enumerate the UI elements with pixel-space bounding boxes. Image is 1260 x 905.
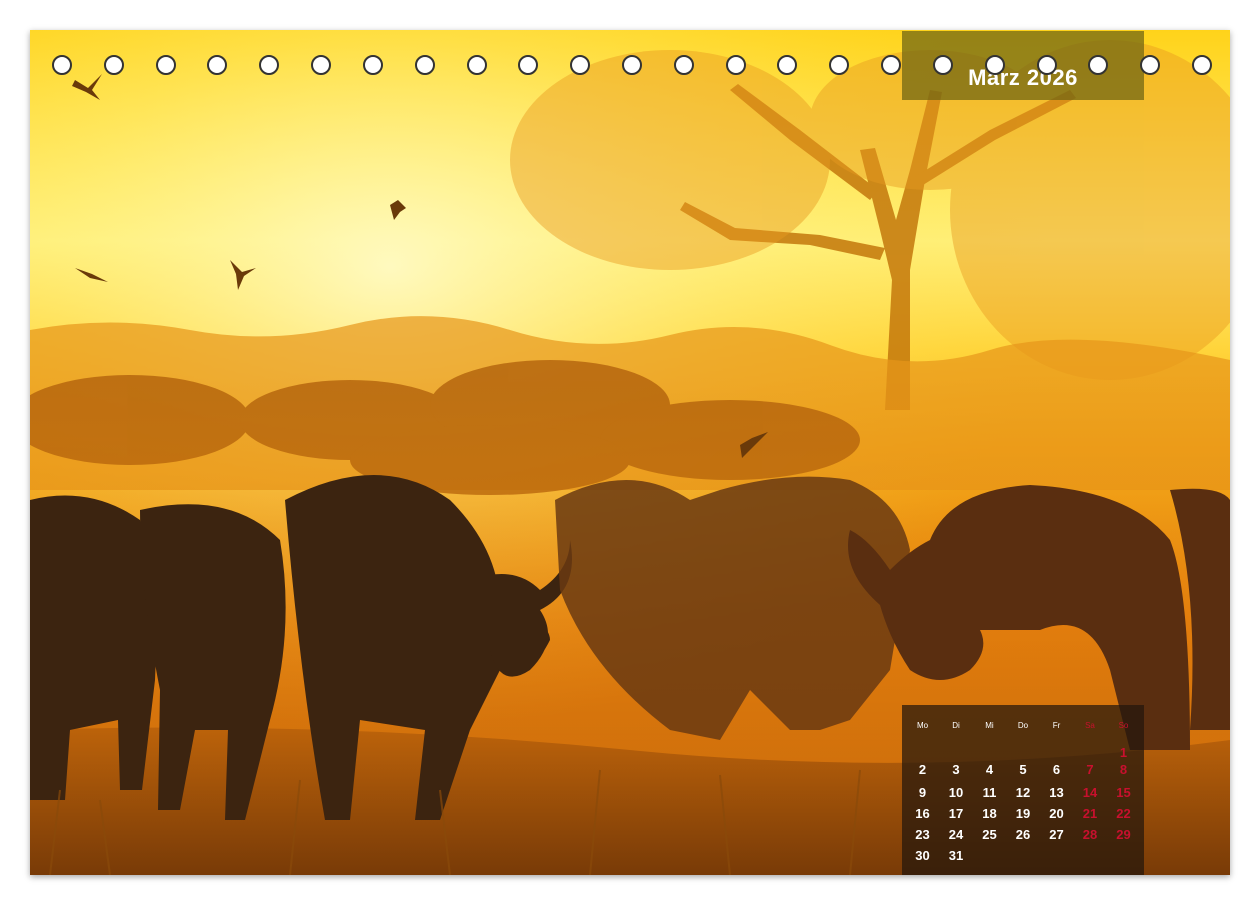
day-cell: 17 <box>948 806 964 821</box>
week-row: 1 <box>906 745 1142 763</box>
binding-hole <box>932 55 953 75</box>
day-cell: 24 <box>948 827 964 842</box>
day-cell: 12 <box>1015 785 1031 800</box>
day-cell: 16 <box>915 806 930 821</box>
day-cell: 20 <box>1049 806 1064 821</box>
binding-hole <box>414 55 435 75</box>
binding-hole <box>984 55 1005 75</box>
month-calendar-grid: Mo Di Mi Do Fr Sa So 1 2 3 4 5 6 7 8 9 10 11 12 13 14… <box>902 705 1144 875</box>
binding-hole <box>1036 55 1057 75</box>
day-cell: 23 <box>915 827 930 842</box>
binding-hole <box>1192 55 1212 75</box>
binding-hole <box>1088 55 1109 75</box>
day-cell: 28 <box>1082 827 1098 842</box>
day-cell: 3 <box>952 762 960 777</box>
binding-hole <box>829 55 850 75</box>
binding-hole <box>673 55 694 75</box>
binding-hole <box>362 55 383 75</box>
weekday-header: So <box>1118 721 1129 730</box>
weekday-header: Di <box>952 721 960 730</box>
day-cell: 22 <box>1116 806 1131 821</box>
day-cell: 19 <box>1015 806 1031 821</box>
day-cell: 11 <box>982 785 997 800</box>
day-cell: 9 <box>918 785 927 800</box>
day-cell: 21 <box>1082 806 1098 821</box>
day-cell: 4 <box>985 762 994 777</box>
day-cell: 25 <box>982 827 997 842</box>
week-row: 16 17 18 19 20 21 22 <box>906 806 1142 824</box>
day-cell: 29 <box>1116 827 1131 842</box>
binding-hole <box>259 55 280 75</box>
day-cell: 8 <box>1119 762 1128 777</box>
binding-hole <box>466 55 487 75</box>
weekday-header: Mi <box>985 721 994 730</box>
binding-hole <box>725 55 746 75</box>
binding-hole <box>155 55 176 75</box>
binding-hole <box>518 55 539 75</box>
weekday-header: Mo <box>916 721 929 730</box>
binding-hole <box>622 55 642 75</box>
binding-hole <box>1140 55 1161 75</box>
binding-hole <box>207 55 228 75</box>
day-cell: 15 <box>1116 785 1131 800</box>
weekday-header-row: Mo Di Mi Do Fr Sa So <box>906 705 1142 730</box>
day-cell: 2 <box>918 762 927 777</box>
day-cell: 31 <box>948 848 964 863</box>
day-cell: 26 <box>1015 827 1031 842</box>
binding-hole <box>777 55 798 75</box>
weekday-header: Sa <box>1085 721 1095 730</box>
day-cell: 13 <box>1049 785 1064 800</box>
week-row: 23 24 25 26 27 28 29 <box>906 827 1142 845</box>
day-cell: 6 <box>1052 762 1061 777</box>
weekday-header: Fr <box>1052 721 1061 730</box>
day-cell: 30 <box>915 848 930 863</box>
day-cell: 14 <box>1082 785 1098 800</box>
day-cell: 7 <box>1086 762 1094 777</box>
binding-hole <box>570 55 591 75</box>
weekday-header: Do <box>1017 721 1029 730</box>
day-cell: 1 <box>1119 745 1128 760</box>
day-cell: 27 <box>1049 827 1064 842</box>
week-row: 9 10 11 12 13 14 15 <box>906 785 1142 803</box>
binding-hole <box>103 55 124 75</box>
day-cell: 10 <box>948 785 964 800</box>
binding-hole <box>881 55 902 75</box>
binding-hole <box>52 55 72 75</box>
day-cell: 18 <box>982 806 997 821</box>
binding-holes <box>52 55 1212 79</box>
week-row: 30 31 <box>906 848 1142 866</box>
week-row: 2 3 4 5 6 7 8 <box>906 762 1142 780</box>
day-cell: 5 <box>1019 762 1027 777</box>
binding-hole <box>311 55 332 75</box>
